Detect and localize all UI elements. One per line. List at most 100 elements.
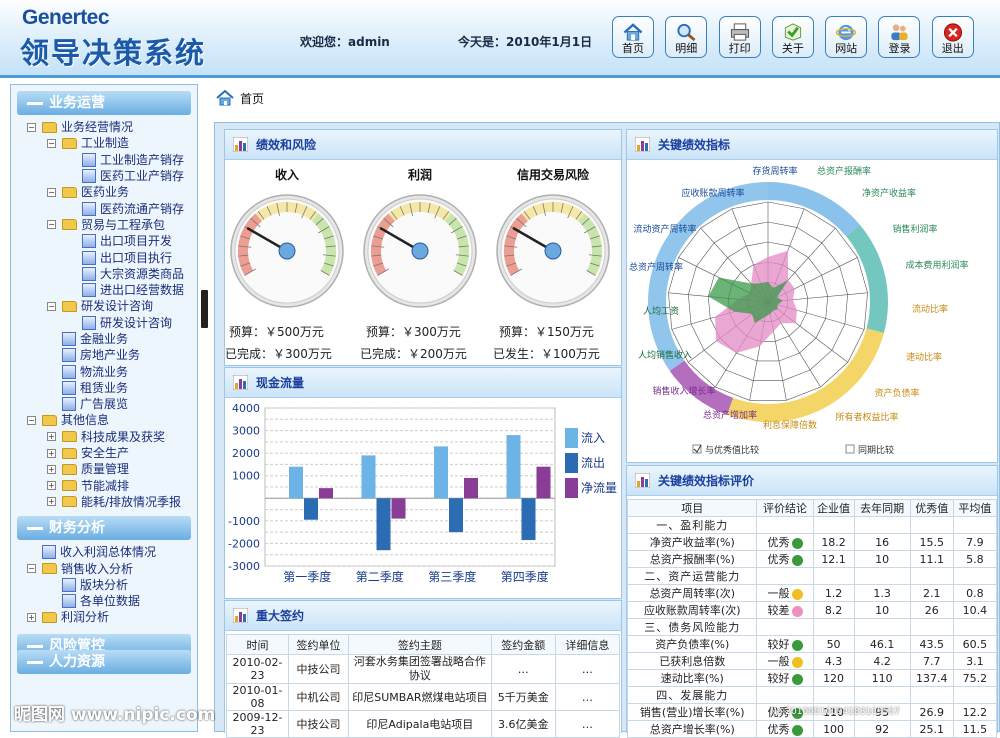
tree-item[interactable]: 工业制造产销存 <box>11 152 197 168</box>
sidebar-section-title: 财务分析 <box>49 520 105 537</box>
ie-button[interactable]: 网站 <box>825 16 868 58</box>
table-row[interactable]: 总资产增长率(%) 优秀 100 92 25.1 11.5 <box>626 720 998 738</box>
tree-item-label: 安全生产 <box>81 446 130 461</box>
tree-item[interactable]: 广告展览 <box>11 396 197 412</box>
kpi-value: 15.5 <box>909 533 954 551</box>
tree-item[interactable]: − 销售收入分析 <box>11 560 197 576</box>
tree-item[interactable]: 房地产业务 <box>11 347 197 363</box>
tree-item[interactable]: 出口项目执行 <box>11 249 197 265</box>
table-row[interactable]: 2010-01-08 中机公司 印尼SUMBAR燃煤电站项目 5千万美金… <box>225 683 621 711</box>
magnifier-button[interactable]: 明细 <box>665 16 708 58</box>
tree-toggle-icon[interactable]: − <box>47 301 56 311</box>
kpi-eval: 优秀 <box>767 553 790 566</box>
home-button[interactable]: 首页 <box>612 16 654 58</box>
table-row[interactable]: 速动比率(%) 较好 120 110 137.4 75.2 <box>626 669 998 687</box>
gauge-budget: 预算：￥500万元 <box>229 325 324 339</box>
tree-item-label: 质量管理 <box>81 462 130 477</box>
tree-item[interactable]: 版块分析 <box>11 577 197 593</box>
tree-item[interactable]: + 节能减排 <box>11 478 197 494</box>
folder-icon <box>62 496 77 508</box>
tree-item[interactable]: 大宗资源类商品 <box>11 266 197 282</box>
breadcrumb-current[interactable]: 首页 <box>240 90 264 107</box>
sidebar-section-header[interactable]: 财务分析 <box>17 516 191 541</box>
tree-item[interactable]: 物流业务 <box>11 363 197 379</box>
legend-swatch <box>565 478 578 498</box>
bar-chart-icon <box>233 137 248 152</box>
radar-axis-label: 销售利润率 <box>892 223 937 235</box>
tree-item[interactable]: 研发设计咨询 <box>11 315 197 331</box>
status-dot-icon <box>791 554 803 566</box>
tree-toggle-icon[interactable]: + <box>47 432 56 442</box>
tree-toggle-icon[interactable]: + <box>47 448 56 458</box>
table-row[interactable]: 净资产收益率(%) 优秀 18.2 16 15.5 7.9 <box>626 533 998 551</box>
table-row[interactable]: 2009-12-23 中技公司 印尼Adipala电站项目 3.6亿美金… <box>225 710 621 738</box>
compare-period-checkbox[interactable] <box>845 444 855 454</box>
table-row[interactable]: 资产负债率(%) 较好 50 46.1 43.5 60.5 <box>626 635 998 653</box>
signing-cell: 2009-12-23 <box>225 710 290 738</box>
exit-button[interactable]: 退出 <box>931 16 974 58</box>
tree-item-label: 物流业务 <box>80 364 129 379</box>
kpi-radar-chart: 存货周转率 总资产报酬率净资产收益率销售利润率成本费用利润率流动比率速动比率资产负… <box>629 165 969 456</box>
tree-item[interactable]: 租赁业务 <box>11 380 197 396</box>
breadcrumb: 首页 <box>216 86 264 110</box>
tree-toggle-icon[interactable]: − <box>27 122 36 132</box>
gauge-actual: 已完成：￥300万元 <box>225 347 332 361</box>
tree-item[interactable]: 金融业务 <box>11 331 197 347</box>
table-row[interactable]: 已获利息倍数 一般 4.3 4.2 7.7 3.1 <box>626 652 998 670</box>
tree-item[interactable]: − 工业制造 <box>11 135 197 151</box>
bar-chart-icon <box>233 608 248 623</box>
folder-icon <box>62 447 77 459</box>
tree-toggle-icon[interactable]: + <box>47 497 56 507</box>
tree-item[interactable]: − 研发设计咨询 <box>11 298 197 314</box>
tree-item[interactable]: 医药流通产销存 <box>11 200 197 216</box>
tree-toggle-icon[interactable]: + <box>47 464 56 474</box>
table-row[interactable]: 2010-02-23 中技公司 河套水务集团签署战略合作协议…… <box>225 654 621 684</box>
kpi-category: 二、资产运营能力 <box>626 567 758 585</box>
tree-item[interactable]: − 医药业务 <box>11 184 197 200</box>
tree-toggle-icon[interactable]: − <box>27 564 36 574</box>
table-row[interactable]: 总资产报酬率(%) 优秀 12.1 10 11.1 5.8 <box>626 550 998 568</box>
sidebar-section-header[interactable]: 人力资源 <box>17 649 191 674</box>
gauge-budget: 预算：￥150万元 <box>499 325 594 339</box>
table-row[interactable]: 应收账款周转率(次) 较差 8.2 10 26 10.4 <box>626 601 998 619</box>
printer-button[interactable]: 打印 <box>718 16 761 58</box>
tree-item[interactable]: + 能耗/排放情况季报 <box>11 494 197 510</box>
tree-item[interactable]: 各单位数据 <box>11 593 197 609</box>
tree-item[interactable]: 进出口经营数据 <box>11 282 197 298</box>
status-dot-icon <box>791 639 803 651</box>
tree-toggle-icon[interactable]: − <box>47 187 56 197</box>
tree-item[interactable]: + 科技成果及获奖 <box>11 429 197 445</box>
tree-item[interactable]: 医药工业产销存 <box>11 168 197 184</box>
tree-item[interactable]: − 贸易与工程承包 <box>11 217 197 233</box>
tree-toggle-icon[interactable]: − <box>47 138 56 148</box>
tree-item[interactable]: + 利润分析 <box>11 609 197 625</box>
table-row[interactable]: 总资产周转率(次) 一般 1.2 1.3 2.1 0.8 <box>626 584 998 602</box>
radar-axis-label: 流动资产周转率 <box>633 223 696 235</box>
tree-toggle-icon[interactable]: − <box>47 220 56 230</box>
tree-item[interactable]: + 安全生产 <box>11 445 197 461</box>
kpi-value: 10.4 <box>952 601 998 619</box>
collapse-dash-icon <box>27 102 43 105</box>
bar-净流量 <box>464 477 478 499</box>
tree-item[interactable]: 收入利润总体情况 <box>11 544 197 560</box>
kpi-value: 26.9 <box>909 703 954 721</box>
tree-item[interactable]: − 业务经营情况 <box>11 119 197 135</box>
tree-toggle-icon[interactable]: − <box>27 415 36 425</box>
users-button[interactable]: 登录 <box>878 16 921 58</box>
tree-toggle-icon[interactable]: + <box>27 612 36 622</box>
sidebar-section-header[interactable]: 业务运营 <box>17 91 191 115</box>
kpi-eval: 较差 <box>767 604 790 617</box>
tree-item[interactable]: + 质量管理 <box>11 461 197 477</box>
tree-toggle-icon[interactable]: + <box>47 481 56 491</box>
kpi-name: 净资产收益率(%) <box>626 533 758 551</box>
tree-item[interactable]: − 其他信息 <box>11 412 197 428</box>
tree-item[interactable]: 出口项目开发 <box>11 233 197 249</box>
magnifier-icon <box>677 23 696 42</box>
signing-cell: … <box>554 710 621 738</box>
sidebar-collapse-handle[interactable] <box>201 290 208 328</box>
checkmark-button[interactable]: 关于 <box>771 16 814 58</box>
radar-axis-label: 总资产报酬率 <box>817 165 871 177</box>
folder-icon <box>62 137 77 149</box>
tree-item-label: 利润分析 <box>61 610 110 625</box>
bar-流出 <box>449 498 463 533</box>
